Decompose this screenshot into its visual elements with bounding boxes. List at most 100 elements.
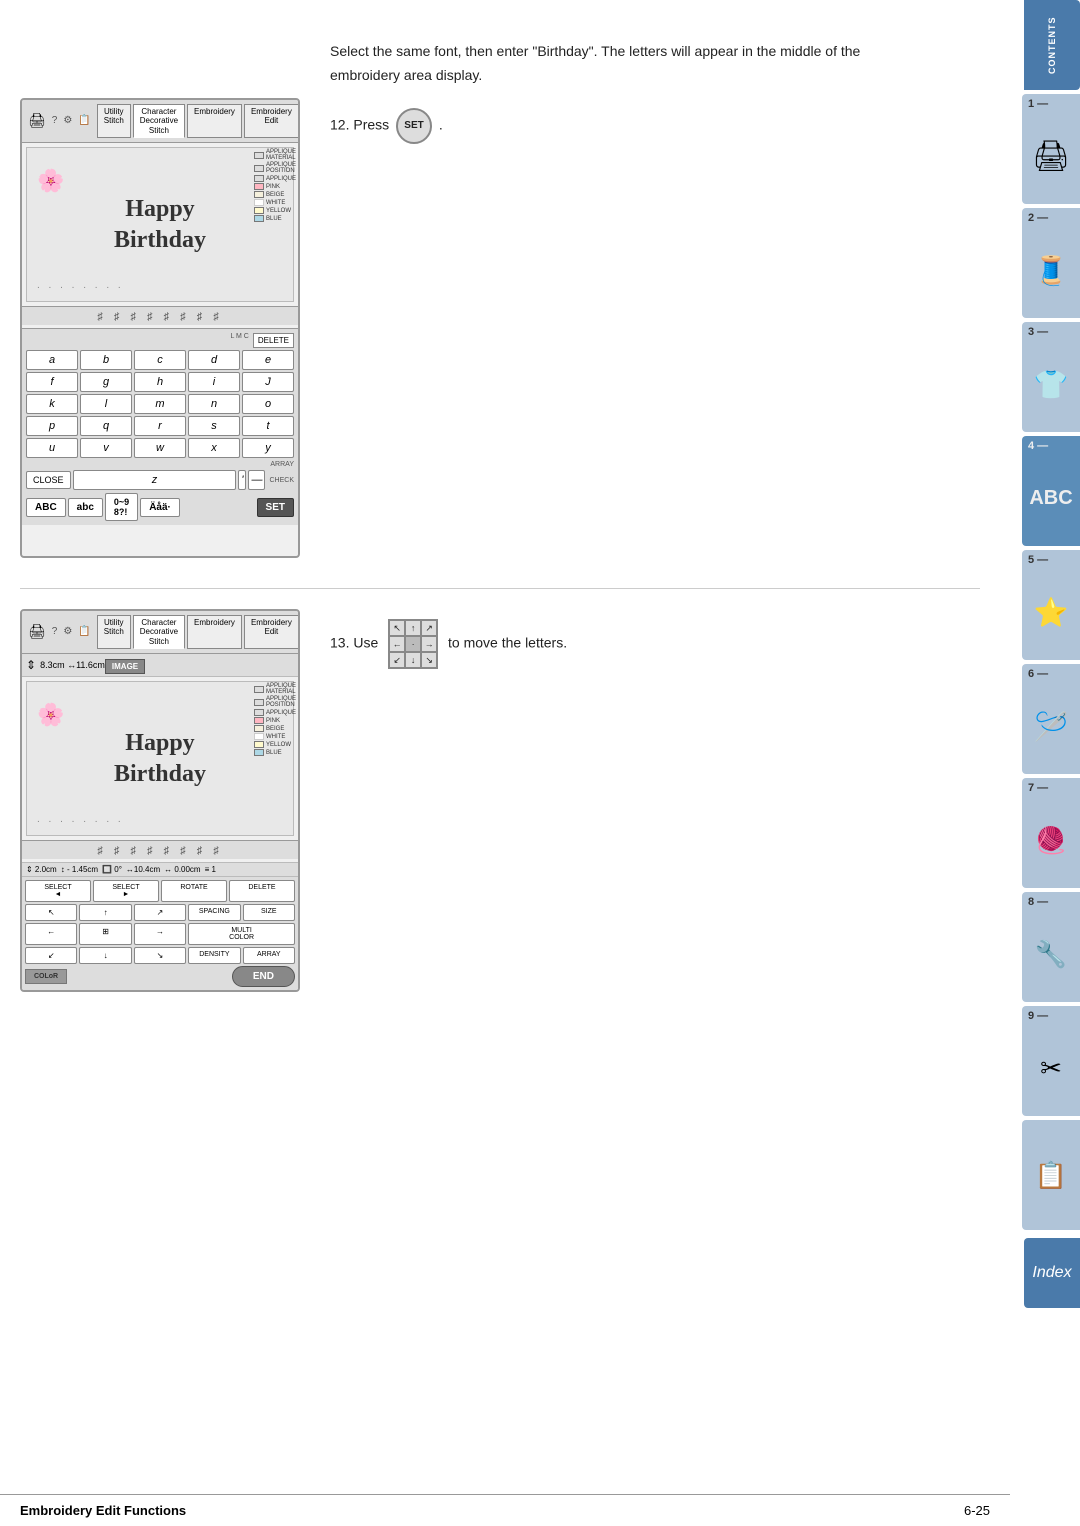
color-white: WHITE: [254, 199, 296, 206]
tab-6-icon: 🪡: [1034, 710, 1069, 743]
key-u[interactable]: u: [26, 438, 78, 458]
key-j[interactable]: J: [242, 372, 294, 392]
key-row-bottom: ABC abc 0~98?! Äåä· SET: [26, 493, 294, 521]
color2-applique-material: APPLIQUEMATERIAL: [254, 683, 296, 695]
machine-header-1: 🖨 ? ⚙ 📋 UtilityStitch CharacterDecorativ…: [22, 100, 298, 144]
tab-7[interactable]: 7 — 🧶: [1022, 778, 1080, 888]
close-button[interactable]: CLOSE: [26, 471, 71, 489]
index-tab[interactable]: Index: [1024, 1238, 1080, 1308]
nav-left: ←: [389, 636, 405, 652]
tab-3[interactable]: 3 — 👕: [1022, 322, 1080, 432]
move-down-left-button[interactable]: ↙: [25, 947, 77, 964]
tab-1[interactable]: 1 — 🖨: [1022, 94, 1080, 204]
header-icon-2a: 🖨: [28, 623, 46, 640]
tab-notes[interactable]: 📋: [1022, 1120, 1080, 1230]
swatch-yellow: [254, 207, 264, 214]
key-q[interactable]: q: [80, 416, 132, 436]
end-button[interactable]: END: [232, 966, 295, 987]
key-e[interactable]: e: [242, 350, 294, 370]
move-up-button[interactable]: ↑: [79, 904, 131, 921]
move-right-button[interactable]: →: [134, 923, 186, 945]
key-s[interactable]: s: [188, 416, 240, 436]
key-h[interactable]: h: [134, 372, 186, 392]
nav-right: →: [421, 636, 437, 652]
select-right-button[interactable]: SELECT►: [93, 880, 159, 902]
machine-panel-1: 🖨 ? ⚙ 📋 UtilityStitch CharacterDecorativ…: [20, 98, 300, 558]
measurements-row: ⇕ 2.0cm ↕ - 1.45cm 🔲 0° ↔10.4cm ↔ 0.00cm…: [22, 862, 298, 877]
color-applique-material: APPLIQUEMATERIAL: [254, 149, 296, 161]
spacing-button[interactable]: SPACING: [188, 904, 240, 921]
key-d[interactable]: d: [188, 350, 240, 370]
color-icon-button[interactable]: COLoR: [25, 969, 67, 984]
key-p[interactable]: p: [26, 416, 78, 436]
move-up-left-button[interactable]: ↖: [25, 904, 77, 921]
tab-3-number: 3 —: [1028, 326, 1048, 338]
size-button[interactable]: SIZE: [243, 904, 295, 921]
tab-2-number: 2 —: [1028, 212, 1048, 224]
tab2-character: CharacterDecorativeStitch: [133, 615, 185, 650]
key-b[interactable]: b: [80, 350, 132, 370]
key-y[interactable]: y: [242, 438, 294, 458]
key-x[interactable]: x: [188, 438, 240, 458]
header-icon-2c: ⚙: [63, 626, 72, 637]
key-i[interactable]: i: [188, 372, 240, 392]
rotate-button[interactable]: ROTATE: [161, 880, 227, 902]
key-t[interactable]: t: [242, 416, 294, 436]
delete-button[interactable]: DELETE: [253, 333, 294, 348]
key-c[interactable]: c: [134, 350, 186, 370]
select-left-button[interactable]: SELECT◄: [25, 880, 91, 902]
key-m[interactable]: m: [134, 394, 186, 414]
swatch2-white: [254, 733, 264, 740]
contents-tab[interactable]: CONTENTS: [1024, 0, 1080, 90]
key-k[interactable]: k: [26, 394, 78, 414]
key-f[interactable]: f: [26, 372, 78, 392]
flower-decoration-2: 🌸: [37, 702, 64, 728]
key-l[interactable]: l: [80, 394, 132, 414]
set-button-keyboard[interactable]: SET: [257, 498, 294, 517]
move-down-button[interactable]: ↓: [79, 947, 131, 964]
key-v[interactable]: v: [80, 438, 132, 458]
delete-button-2[interactable]: DELETE: [229, 880, 295, 902]
key-dash[interactable]: —: [248, 470, 265, 490]
nav-down: ↓: [405, 652, 421, 668]
swatch2-applique-position: [254, 699, 264, 706]
key-n[interactable]: n: [188, 394, 240, 414]
tab-2[interactable]: 2 — 🧵: [1022, 208, 1080, 318]
tab-8[interactable]: 8 — 🔧: [1022, 892, 1080, 1002]
step-11-12-section: 🖨 ? ⚙ 📋 UtilityStitch CharacterDecorativ…: [20, 98, 980, 558]
dots-decoration-1: . . . . . . . .: [37, 280, 124, 291]
swatch-pink: [254, 183, 264, 190]
tab-9[interactable]: 9 — ✂: [1022, 1006, 1080, 1116]
key-r[interactable]: r: [134, 416, 186, 436]
tab-1-number: 1 —: [1028, 98, 1048, 110]
machine-panel-2: 🖨 ? ⚙ 📋 UtilityStitch CharacterDecorativ…: [20, 609, 300, 993]
key-w[interactable]: w: [134, 438, 186, 458]
image-button[interactable]: IMAGE: [105, 659, 145, 674]
key-a[interactable]: a: [26, 350, 78, 370]
key-apostrophe[interactable]: ': [238, 470, 246, 490]
key-o[interactable]: o: [242, 394, 294, 414]
tab-5-icon: ⭐: [1034, 596, 1069, 629]
tab-5[interactable]: 5 — ⭐: [1022, 550, 1080, 660]
move-up-right-button[interactable]: ↗: [134, 904, 186, 921]
machine-header-tabs: UtilityStitch CharacterDecorativeStitch …: [97, 104, 299, 139]
key-g[interactable]: g: [80, 372, 132, 392]
tab-4-number: 4 —: [1028, 440, 1048, 452]
key-special-chars[interactable]: Äåä·: [140, 498, 180, 517]
center-button[interactable]: ⊞: [79, 923, 131, 945]
color-yellow: YELLOW: [254, 207, 296, 214]
tab-4-icon: ABC: [1029, 487, 1072, 510]
tab-4[interactable]: 4 — ABC: [1022, 436, 1080, 546]
key-numbers[interactable]: 0~98?!: [105, 493, 138, 521]
density-button[interactable]: DENSITY: [188, 947, 240, 964]
key-z[interactable]: z: [73, 470, 237, 490]
keyboard-area: L M C DELETE a b c d e f g h i J k l: [22, 328, 298, 525]
multi-color-button[interactable]: MULTICOLOR: [188, 923, 295, 945]
color2-white: WHITE: [254, 733, 296, 740]
move-down-right-button[interactable]: ↘: [134, 947, 186, 964]
key-abc[interactable]: ABC: [26, 498, 66, 517]
array-button-2[interactable]: ARRAY: [243, 947, 295, 964]
move-left-button[interactable]: ←: [25, 923, 77, 945]
tab-6[interactable]: 6 — 🪡: [1022, 664, 1080, 774]
key-abc-lower[interactable]: abc: [68, 498, 103, 517]
